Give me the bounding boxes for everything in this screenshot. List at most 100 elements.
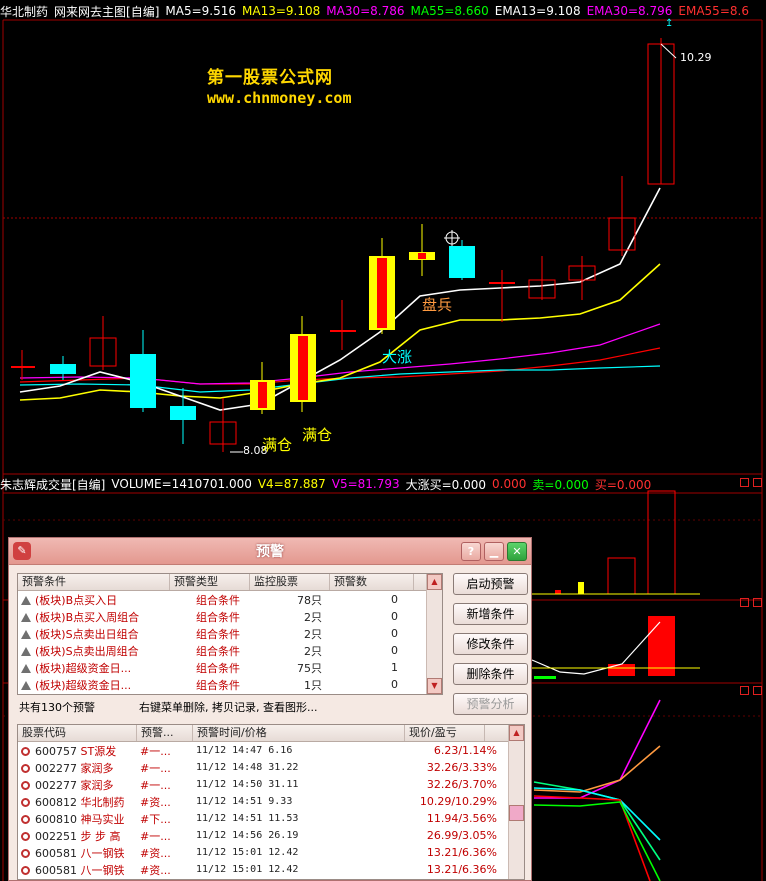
condition-stocks: 75只 [297, 661, 322, 675]
record-condition: #一... [140, 778, 171, 792]
record-now-profit: 6.23/1.14% [433, 744, 497, 757]
restore-icon[interactable] [740, 686, 749, 695]
alert-record-row[interactable]: 600812 华北制药 #资... 11/12 14:51 9.33 10.29/10… [18, 793, 524, 810]
record-code: 600757 [35, 744, 77, 758]
alert-record-row[interactable]: 600581 八一钢铁 #资... 11/12 15:01 12.42 13.21/6… [18, 844, 524, 861]
warning-icon [21, 595, 31, 605]
condition-count: 0 [391, 593, 398, 606]
macd-panel [531, 616, 700, 679]
record-name: 神马实业 [80, 812, 125, 826]
col-count[interactable]: 预警数 [330, 574, 414, 590]
record-name: 步 步 高 [80, 829, 121, 843]
condition-name: (板块)S点卖出日组合 [35, 627, 139, 641]
condition-count: 0 [391, 644, 398, 657]
edit-condition-button[interactable]: 修改条件 [453, 633, 528, 655]
record-price: 9.33 [268, 796, 293, 807]
record-code: 600581 [35, 863, 77, 877]
record-code: 600581 [35, 846, 77, 860]
v5-value: V5=81.793 [331, 477, 400, 491]
condition-name: (板块)S点卖出周组合 [35, 644, 139, 658]
condition-row[interactable]: (板块)S点卖出日组合 组合条件 2只 0 [18, 625, 442, 642]
col-stock-code[interactable]: 股票代码 [18, 725, 137, 741]
alert-record-row[interactable]: 002277 家润多 #一... 11/12 14:48 31.22 32.26/3.… [18, 759, 524, 776]
record-price: 6.16 [268, 745, 293, 756]
macd-panel-icons[interactable] [740, 598, 762, 607]
col-price-profit[interactable]: 现价/盈亏 [405, 725, 485, 741]
dialog-title-bar[interactable]: ✎ 预警 ? ▁ ✕ [9, 538, 531, 565]
record-time: 11/12 14:50 [196, 779, 263, 790]
minimize-button[interactable]: ▁ [484, 542, 504, 561]
high-price-label: 10.29 [680, 51, 712, 64]
record-condition: #资... [140, 846, 171, 860]
restore-icon[interactable] [740, 478, 749, 487]
alert-record-row[interactable]: 600581 八一钢铁 #资... 11/12 15:01 12.42 13.21/6… [18, 861, 524, 878]
record-price: 26.19 [268, 830, 299, 841]
record-time: 11/12 14:51 [196, 813, 263, 824]
record-time: 11/12 14:51 [196, 796, 263, 807]
alert-dot-icon [21, 814, 30, 824]
record-now-profit: 11.94/3.56% [426, 812, 497, 825]
col-condition[interactable]: 预警条件 [18, 574, 170, 590]
alert-record-row[interactable]: 600810 神马实业 #下... 11/12 14:51 11.53 11.94/3… [18, 810, 524, 827]
condition-row[interactable]: (板块)B点买入日 组合条件 78只 0 [18, 591, 442, 608]
alert-dot-icon [21, 797, 30, 807]
condition-type: 组合条件 [196, 644, 240, 658]
alert-record-row[interactable]: 002251 步 步 高 #一... 11/12 14:56 26.19 26.99/… [18, 827, 524, 844]
record-price: 12.42 [268, 847, 299, 858]
alert-analysis-button[interactable]: 预警分析 [453, 693, 528, 715]
record-name: 家润多 [80, 761, 114, 775]
condition-stocks: 2只 [304, 627, 322, 641]
scroll-down-icon[interactable]: ▼ [427, 678, 442, 694]
alert-record-row[interactable]: 002277 家润多 #一... 11/12 14:50 31.11 32.26/3.… [18, 776, 524, 793]
col-alert-cond[interactable]: 预警... [137, 725, 193, 741]
conditions-scrollbar[interactable]: ▲ ▼ [426, 574, 442, 694]
svg-text:↥: ↥ [665, 18, 673, 29]
condition-type: 组合条件 [196, 593, 240, 607]
col-alert-time-price[interactable]: 预警时间/价格 [193, 725, 405, 741]
help-button[interactable]: ? [461, 542, 481, 561]
scroll-up-icon[interactable]: ▲ [509, 725, 524, 741]
condition-row[interactable]: (板块)超级资金日... 组合条件 75只 1 [18, 659, 442, 676]
scroll-up-icon[interactable]: ▲ [427, 574, 442, 590]
condition-row[interactable]: (板块)S点卖出周组合 组合条件 2只 0 [18, 642, 442, 659]
alert-record-row[interactable]: 600757 ST源发 #一... 11/12 14:47 6.16 6.23/1.1… [18, 742, 524, 759]
alert-dot-icon [21, 848, 30, 858]
extra-value: 0.000 [492, 477, 527, 491]
records-scrollbar[interactable]: ▲ [508, 725, 524, 879]
restore-icon[interactable] [740, 598, 749, 607]
volume-indicator-title[interactable]: 朱志辉成交量[自编] [0, 476, 105, 493]
delete-condition-button[interactable]: 删除条件 [453, 663, 528, 685]
record-name: 八一钢铁 [80, 863, 125, 877]
record-name: 八一钢铁 [80, 846, 125, 860]
volume-panel-icons[interactable] [740, 478, 762, 487]
col-stocks[interactable]: 监控股票 [250, 574, 330, 590]
close-button[interactable]: ✕ [507, 542, 527, 561]
volume-info-bar: 朱志辉成交量[自编] VOLUME=1410701.000 V4=87.887 … [0, 475, 766, 493]
record-price: 31.11 [268, 779, 299, 790]
record-time: 11/12 14:56 [196, 830, 263, 841]
condition-name: (板块)超级资金日... [35, 661, 132, 675]
alert-dot-icon [21, 780, 30, 790]
col-type[interactable]: 预警类型 [170, 574, 250, 590]
record-condition: #资... [140, 863, 171, 877]
alert-dot-icon [21, 831, 30, 841]
add-condition-button[interactable]: 新增条件 [453, 603, 528, 625]
condition-row[interactable]: (板块)超级资金日... 组合条件 1只 0 [18, 676, 442, 693]
warning-icon [21, 612, 31, 622]
record-price: 11.53 [268, 813, 299, 824]
condition-count: 0 [391, 610, 398, 623]
record-now-profit: 10.29/10.29% [419, 795, 497, 808]
close-icon[interactable] [753, 598, 762, 607]
close-icon[interactable] [753, 686, 762, 695]
condition-stocks: 78只 [297, 593, 322, 607]
start-alert-button[interactable]: 启动预警 [453, 573, 528, 595]
condition-count: 0 [391, 678, 398, 691]
watermark-url: www.chnmoney.com [207, 89, 352, 107]
close-icon[interactable] [753, 478, 762, 487]
scroll-thumb[interactable] [509, 805, 524, 821]
record-name: 华北制药 [80, 795, 125, 809]
lower-panel-icons[interactable] [740, 686, 762, 695]
record-code: 002251 [35, 829, 77, 843]
condition-row[interactable]: (板块)B点买入周组合 组合条件 2只 0 [18, 608, 442, 625]
record-code: 600812 [35, 795, 77, 809]
